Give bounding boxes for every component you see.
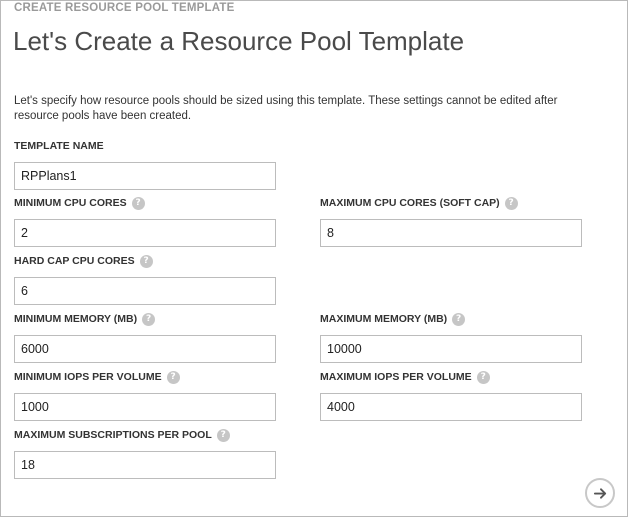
dialog: CREATE RESOURCE POOL TEMPLATE Let's Crea… [0,0,628,517]
help-icon[interactable]: ? [166,370,180,384]
max-memory-field: MAXIMUM MEMORY (MB) ? [320,311,600,363]
next-button[interactable] [585,478,615,508]
max-iops-label: MAXIMUM IOPS PER VOLUME ? [320,369,600,385]
hard-cap-cpu-label: HARD CAP CPU CORES ? [14,253,294,269]
min-iops-label-text: MINIMUM IOPS PER VOLUME [14,371,162,383]
help-icon[interactable]: ? [139,254,153,268]
help-icon[interactable]: ? [504,196,518,210]
max-cpu-input[interactable] [320,219,582,247]
hard-cap-cpu-field: HARD CAP CPU CORES ? [14,253,294,305]
min-memory-label: MINIMUM MEMORY (MB) ? [14,311,294,327]
min-iops-label: MINIMUM IOPS PER VOLUME ? [14,369,294,385]
help-icon[interactable]: ? [131,196,145,210]
min-memory-input[interactable] [14,335,276,363]
max-iops-input[interactable] [320,393,582,421]
page-title: Let's Create a Resource Pool Template [13,26,465,56]
help-icon[interactable]: ? [142,312,156,326]
template-name-field: TEMPLATE NAME [14,138,294,190]
min-memory-label-text: MINIMUM MEMORY (MB) [14,313,138,325]
max-memory-label: MAXIMUM MEMORY (MB) ? [320,311,600,327]
min-cpu-input[interactable] [14,219,276,247]
max-cpu-label-text: MAXIMUM CPU CORES (SOFT CAP) [320,197,500,209]
max-cpu-label: MAXIMUM CPU CORES (SOFT CAP) ? [320,195,600,211]
max-memory-label-text: MAXIMUM MEMORY (MB) [320,313,448,325]
max-cpu-field: MAXIMUM CPU CORES (SOFT CAP) ? [320,195,600,247]
help-icon[interactable]: ? [452,312,466,326]
max-iops-label-text: MAXIMUM IOPS PER VOLUME [320,371,472,383]
template-name-label: TEMPLATE NAME [14,138,294,154]
min-cpu-label: MINIMUM CPU CORES ? [14,195,294,211]
min-iops-field: MINIMUM IOPS PER VOLUME ? [14,369,294,421]
min-cpu-field: MINIMUM CPU CORES ? [14,195,294,247]
template-name-label-text: TEMPLATE NAME [14,140,104,152]
intro-text: Let's specify how resource pools should … [14,95,558,122]
max-memory-input[interactable] [320,335,582,363]
min-cpu-label-text: MINIMUM CPU CORES [14,197,127,209]
arrow-right-icon [593,487,606,499]
template-name-input[interactable] [14,162,276,190]
min-iops-input[interactable] [14,393,276,421]
max-subscriptions-input[interactable] [14,451,276,479]
max-iops-field: MAXIMUM IOPS PER VOLUME ? [320,369,600,421]
hard-cap-cpu-input[interactable] [14,277,276,305]
dialog-eyebrow: CREATE RESOURCE POOL TEMPLATE [14,2,235,14]
max-subscriptions-field: MAXIMUM SUBSCRIPTIONS PER POOL ? [14,427,294,479]
help-icon[interactable]: ? [476,370,490,384]
max-subscriptions-label: MAXIMUM SUBSCRIPTIONS PER POOL ? [14,427,294,443]
hard-cap-cpu-label-text: HARD CAP CPU CORES [14,255,135,267]
min-memory-field: MINIMUM MEMORY (MB) ? [14,311,294,363]
help-icon[interactable]: ? [216,428,230,442]
max-subscriptions-label-text: MAXIMUM SUBSCRIPTIONS PER POOL [14,429,212,441]
